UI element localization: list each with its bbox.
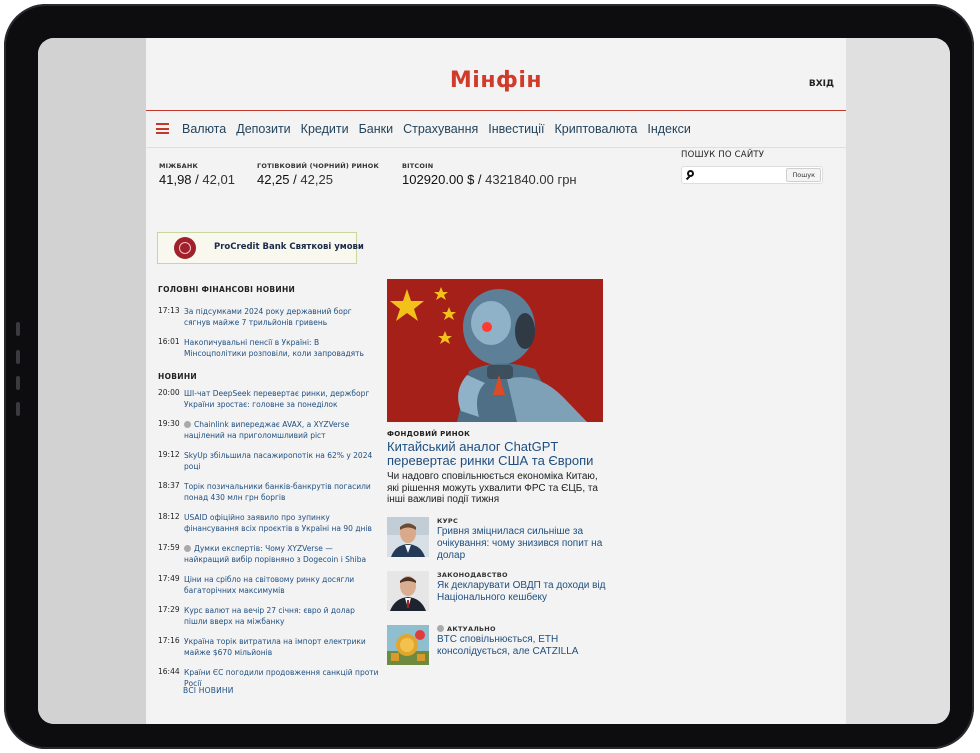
tablet-side-button [16, 402, 20, 416]
nav-item-insurance[interactable]: Страхування [403, 122, 478, 136]
list-item[interactable]: 20:00 ШІ-чат DeepSeek перевертає ринки, … [158, 388, 380, 410]
news-time: 18:37 [158, 481, 180, 490]
nav-item-deposits[interactable]: Депозити [236, 122, 290, 136]
site-header: Мінфін ВХІД [146, 38, 846, 111]
tablet-screen: Мінфін ВХІД Валюта Депозити Кредити Банк… [38, 38, 950, 724]
list-item[interactable]: 16:01 Накопичувальні пенсії в Україні: В… [158, 337, 380, 359]
news-time: 18:12 [158, 512, 180, 521]
left-margin [38, 38, 146, 724]
side-news-category[interactable]: ЗАКОНОДАВСТВО [437, 571, 508, 579]
news-headline[interactable]: USAID офіційно заявило про зупинку фінан… [184, 512, 380, 534]
news-time: 17:59 [158, 543, 180, 552]
rate-cash-market[interactable]: ГОТІВКОВИЙ (ЧОРНИЙ) РИНОК 42,25 / 42,25 [257, 162, 379, 187]
procredit-logo-icon [174, 237, 196, 259]
list-item[interactable]: 17:49 Ціни на срібло на світовому ринку … [158, 574, 380, 596]
sponsored-icon [184, 545, 191, 552]
news-time: 17:13 [158, 306, 180, 315]
all-news-link[interactable]: ВСІ НОВИНИ [183, 686, 234, 695]
nav-item-currency[interactable]: Валюта [182, 122, 226, 136]
sponsored-icon [184, 421, 191, 428]
crypto-coins-image [387, 625, 429, 665]
site-logo[interactable]: Мінфін [146, 68, 846, 93]
rate-value: 41,98 / 42,01 [159, 172, 235, 187]
nav-item-banks[interactable]: Банки [359, 122, 394, 136]
news-headline[interactable]: Ціни на срібло на світовому ринку досягл… [184, 574, 380, 596]
rate-bitcoin[interactable]: BITCOIN 102920.00 $ / 4321840.00 грн [402, 162, 577, 187]
side-news-category[interactable]: АКТУАЛЬНО [437, 625, 496, 633]
man-portrait-image [387, 517, 429, 557]
search-button[interactable]: Пошук [786, 168, 821, 182]
side-news-title[interactable]: Як декларувати ОВДП та доходи від Націон… [437, 580, 617, 604]
list-item[interactable]: 17:13 За підсумками 2024 року державний … [158, 306, 380, 328]
news-headline[interactable]: За підсумками 2024 року державний борг с… [184, 306, 380, 328]
news-thumbnail[interactable] [387, 625, 429, 665]
news-section-title: НОВИНИ [158, 372, 197, 381]
list-item[interactable]: 18:12 USAID офіційно заявило про зупинку… [158, 512, 380, 534]
news-time: 16:44 [158, 667, 180, 676]
man-portrait-image [387, 571, 429, 611]
news-time: 16:01 [158, 337, 180, 346]
sponsored-icon [437, 625, 444, 632]
list-item[interactable]: 17:29 Курс валют на вечір 27 січня: євро… [158, 605, 380, 627]
rate-label: BITCOIN [402, 162, 434, 170]
nav-item-indices[interactable]: Індекси [647, 122, 690, 136]
side-news-category[interactable]: КУРС [437, 517, 458, 525]
tablet-frame: Мінфін ВХІД Валюта Депозити Кредити Банк… [4, 4, 974, 749]
news-thumbnail[interactable] [387, 571, 429, 611]
hero-lead: Чи надовго сповільнюється економіка Кита… [387, 471, 598, 505]
news-headline[interactable]: Україна торік витратила на імпорт електр… [184, 636, 380, 658]
list-item[interactable]: 17:59 Думки експертів: Чому XYZVerse — н… [158, 543, 380, 565]
rate-label: МІЖБАНК [159, 162, 198, 170]
list-item[interactable]: 17:16 Україна торік витратила на імпорт … [158, 636, 380, 658]
news-thumbnail[interactable] [387, 517, 429, 557]
hero-category[interactable]: ФОНДОВИЙ РИНОК [387, 430, 470, 438]
list-item[interactable]: 19:30 Chainlink випереджає AVAX, а XYZVe… [158, 419, 380, 441]
search-icon [687, 170, 694, 177]
minfin-page: Мінфін ВХІД Валюта Депозити Кредити Банк… [146, 38, 846, 724]
login-link[interactable]: ВХІД [809, 79, 834, 89]
news-headline[interactable]: Думки експертів: Чому XYZVerse — найкращ… [184, 543, 380, 565]
nav-items: Валюта Депозити Кредити Банки Страхуванн… [182, 122, 701, 136]
rate-value: 42,25 / 42,25 [257, 172, 333, 187]
side-news-title[interactable]: Гривня зміцнилася сильніше за очікування… [437, 526, 617, 562]
list-item[interactable]: 18:37 Торік позичальники банків-банкруті… [158, 481, 380, 503]
rate-interbank[interactable]: МІЖБАНК 41,98 / 42,01 [159, 162, 235, 187]
search-input[interactable]: Пошук [681, 166, 823, 184]
main-news-list: 17:13 За підсумками 2024 року державний … [158, 306, 380, 368]
news-time: 20:00 [158, 388, 180, 397]
hero-title[interactable]: Китайський аналог ChatGPT перевертає рин… [387, 440, 607, 468]
news-time: 17:16 [158, 636, 180, 645]
search-label: ПОШУК ПО САЙТУ [681, 150, 765, 160]
right-margin [846, 38, 950, 724]
tablet-side-button [16, 350, 20, 364]
hamburger-menu-icon[interactable] [156, 123, 169, 134]
robot-flag-image [387, 279, 603, 422]
news-headline[interactable]: Курс валют на вечір 27 січня: євро й дол… [184, 605, 380, 627]
tablet-side-button [16, 322, 20, 336]
news-time: 17:29 [158, 605, 180, 614]
tablet-side-button [16, 376, 20, 390]
hero-image[interactable] [387, 279, 603, 422]
news-time: 17:49 [158, 574, 180, 583]
nav-item-credits[interactable]: Кредити [301, 122, 349, 136]
promo-text: ProCredit Bank Святкові умови [214, 242, 364, 252]
promo-banner[interactable]: ProCredit Bank Святкові умови [157, 232, 364, 264]
site-search: ПОШУК ПО САЙТУ Пошук [681, 150, 823, 184]
rate-value: 102920.00 $ / 4321840.00 грн [402, 172, 577, 187]
news-time: 19:30 [158, 419, 180, 428]
news-headline[interactable]: Торік позичальники банків-банкрутів пога… [184, 481, 380, 503]
news-headline[interactable]: Накопичувальні пенсії в Україні: В Мінсо… [184, 337, 380, 359]
news-time: 19:12 [158, 450, 180, 459]
main-nav: Валюта Депозити Кредити Банки Страхуванн… [146, 111, 846, 148]
news-headline[interactable]: Chainlink випереджає AVAX, а XYZVerse на… [184, 419, 380, 441]
nav-item-investments[interactable]: Інвестиції [488, 122, 544, 136]
news-headline[interactable]: SkyUp збільшила пасажиропотік на 62% у 2… [184, 450, 380, 472]
news-headline[interactable]: ШІ-чат DeepSeek перевертає ринки, держбо… [184, 388, 380, 410]
side-news-title[interactable]: BTC сповільнюється, ETH консолідується, … [437, 634, 617, 658]
news-list: 20:00 ШІ-чат DeepSeek перевертає ринки, … [158, 388, 380, 698]
rate-label: ГОТІВКОВИЙ (ЧОРНИЙ) РИНОК [257, 162, 379, 170]
main-news-title: ГОЛОВНІ ФІНАНСОВІ НОВИНИ [158, 285, 296, 294]
list-item[interactable]: 19:12 SkyUp збільшила пасажиропотік на 6… [158, 450, 380, 472]
nav-item-crypto[interactable]: Криптовалюта [554, 122, 637, 136]
